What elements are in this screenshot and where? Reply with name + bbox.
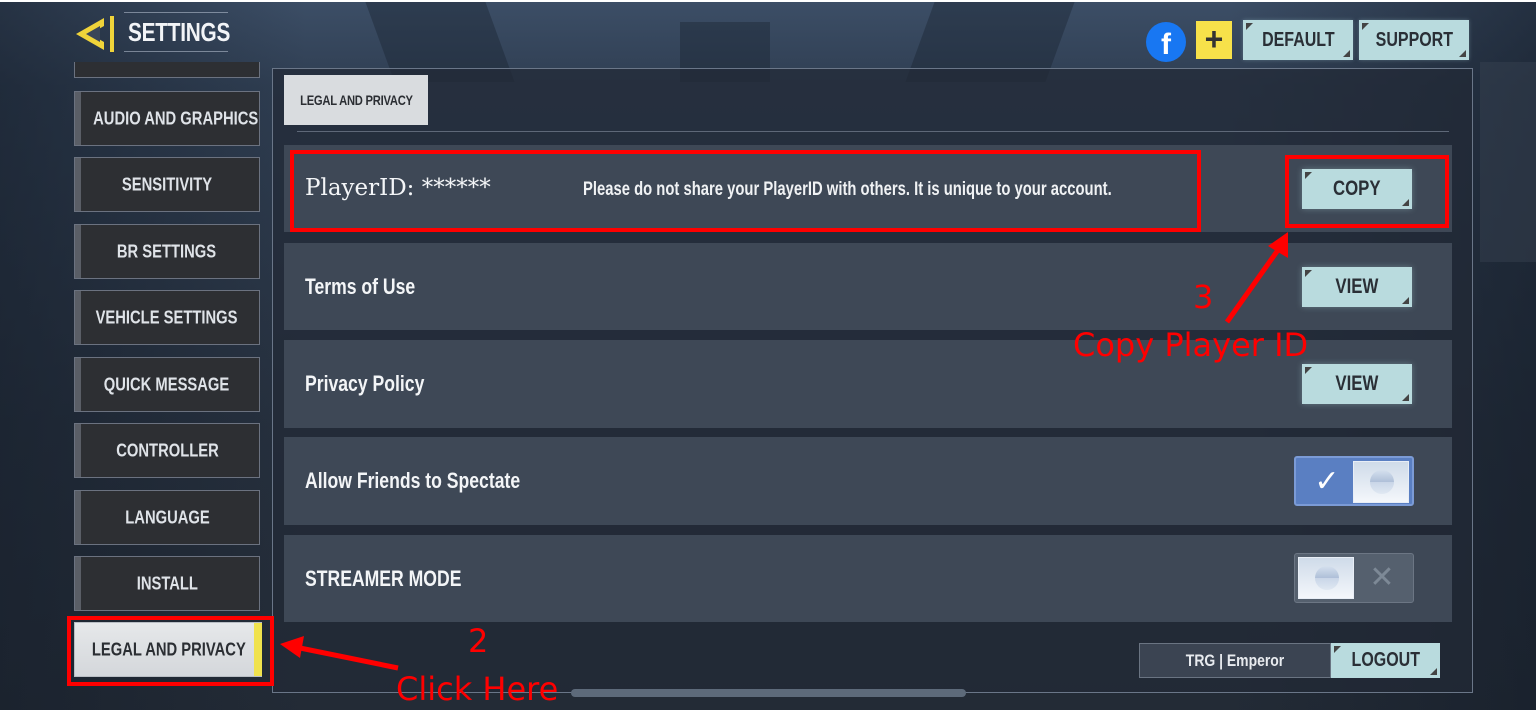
- sidebar-item-label: VEHICLE SETTINGS: [96, 307, 238, 327]
- background-shape: [1480, 62, 1536, 262]
- corner-mark: [1402, 297, 1409, 304]
- tab-legal-privacy[interactable]: LEGAL AND PRIVACY: [284, 75, 428, 125]
- sidebar-item-partial[interactable]: [74, 62, 260, 78]
- view-button-label: VIEW: [1335, 275, 1379, 298]
- row-label: STREAMER MODE: [305, 565, 462, 591]
- default-button[interactable]: DEFAULT: [1243, 20, 1353, 60]
- sidebar-item-label: CONTROLLER: [115, 440, 219, 460]
- row-label: Terms of Use: [305, 273, 416, 299]
- support-button[interactable]: SUPPORT: [1359, 20, 1469, 60]
- check-icon: ✓: [1314, 464, 1340, 499]
- sidebar-item-vehicle-settings[interactable]: VEHICLE SETTINGS: [74, 290, 260, 345]
- logout-button-label: LOGOUT: [1351, 649, 1420, 671]
- row-label: Privacy Policy: [305, 371, 425, 396]
- page-title-text: SETTINGS: [128, 17, 231, 47]
- view-button-label: VIEW: [1335, 372, 1379, 395]
- terms-view-button[interactable]: VIEW: [1302, 267, 1412, 307]
- logout-button[interactable]: LOGOUT: [1331, 643, 1440, 678]
- sidebar-item-label: SENSITIVITY: [121, 174, 213, 194]
- sidebar-item-label: LANGUAGE: [124, 507, 210, 527]
- back-button[interactable]: [74, 14, 116, 54]
- sidebar-item-sensitivity[interactable]: SENSITIVITY: [74, 157, 260, 212]
- account-name: TRG | Emperor: [1139, 643, 1331, 678]
- streamer-mode-row: STREAMER MODE ✕: [284, 535, 1452, 622]
- allow-friends-spectate-row: Allow Friends to Spectate ✓: [284, 437, 1452, 525]
- sidebar-item-audio-graphics[interactable]: AUDIO AND GRAPHICS: [74, 91, 260, 146]
- annotation-step-3-text: Copy Player ID: [1073, 326, 1309, 364]
- privacy-view-button[interactable]: VIEW: [1302, 364, 1412, 404]
- spectate-toggle[interactable]: ✓: [1294, 456, 1414, 506]
- corner-mark: [1334, 646, 1341, 653]
- sidebar-item-quick-message[interactable]: QUICK MESSAGE: [74, 357, 260, 412]
- tab-label: LEGAL AND PRIVACY: [299, 92, 413, 108]
- annotation-box-legal-privacy: [67, 616, 274, 686]
- corner-mark: [1402, 394, 1409, 401]
- sidebar-item-label: INSTALL: [136, 573, 198, 593]
- sidebar-item-label: AUDIO AND GRAPHICS: [93, 108, 259, 128]
- streamer-mode-toggle[interactable]: ✕: [1294, 553, 1414, 603]
- sidebar-item-controller[interactable]: CONTROLLER: [74, 423, 260, 478]
- home-indicator[interactable]: [571, 689, 966, 697]
- sidebar-item-br-settings[interactable]: BR SETTINGS: [74, 224, 260, 279]
- facebook-icon[interactable]: f: [1146, 22, 1186, 62]
- corner-mark: [1459, 50, 1466, 57]
- toggle-knob: [1353, 461, 1409, 503]
- corner-mark: [1343, 50, 1350, 57]
- sidebar-item-label: BR SETTINGS: [117, 241, 217, 261]
- annotation-step-2-text: Click Here: [396, 670, 559, 708]
- row-label: Allow Friends to Spectate: [305, 468, 521, 493]
- sidebar-item-label: QUICK MESSAGE: [104, 374, 230, 394]
- support-button-label: SUPPORT: [1375, 29, 1453, 51]
- annotation-box-copy: [1285, 155, 1449, 228]
- sidebar-item-install[interactable]: INSTALL: [74, 556, 260, 611]
- annotation-step-2-number: 2: [468, 622, 489, 660]
- page-title: SETTINGS: [124, 12, 231, 52]
- corner-mark: [1430, 668, 1437, 675]
- corner-mark: [1246, 23, 1253, 30]
- annotation-box-player-id: [290, 150, 1201, 232]
- close-icon: ✕: [1369, 560, 1395, 595]
- default-button-label: DEFAULT: [1261, 29, 1335, 51]
- annotation-step-3-number: 3: [1193, 278, 1214, 316]
- account-name-text: TRG | Emperor: [1185, 651, 1285, 670]
- toggle-knob: [1298, 557, 1354, 599]
- back-arrow-icon: [76, 16, 114, 52]
- terms-of-use-row: Terms of Use VIEW: [284, 243, 1452, 330]
- corner-mark: [1362, 23, 1369, 30]
- tab-divider: [297, 131, 1449, 132]
- plus-icon[interactable]: +: [1196, 21, 1232, 59]
- corner-mark: [1305, 367, 1312, 374]
- corner-mark: [1305, 270, 1312, 277]
- sidebar-item-language[interactable]: LANGUAGE: [74, 490, 260, 545]
